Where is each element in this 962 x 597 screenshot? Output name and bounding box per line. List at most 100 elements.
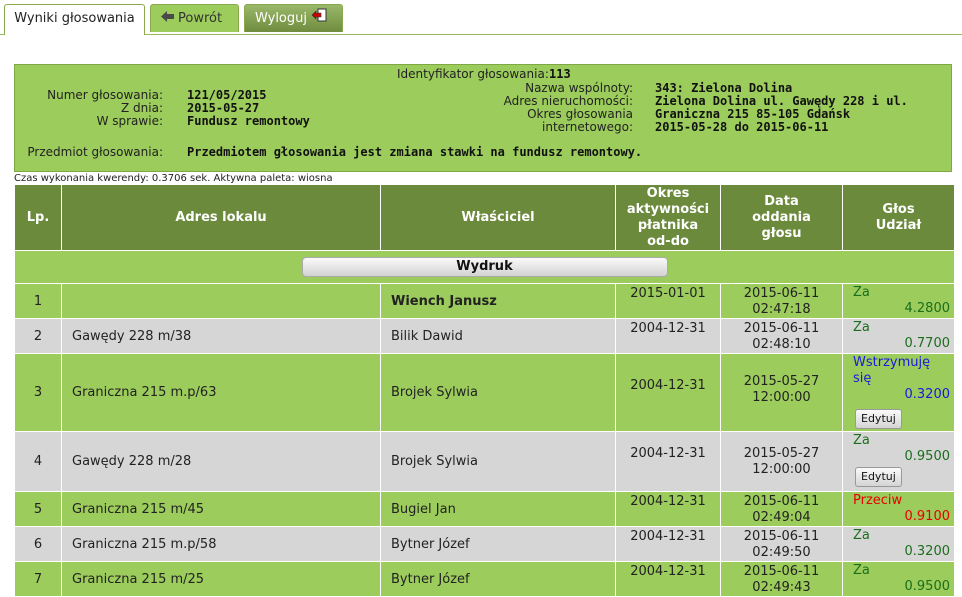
edit-button[interactable]: Edytuj — [855, 467, 902, 487]
cell-lp: 4 — [14, 431, 62, 492]
cell-address: Graniczna 215 m.p/63 — [61, 353, 381, 432]
arrow-left-icon — [161, 5, 174, 32]
header-lp[interactable]: Lp. — [14, 184, 62, 251]
voting-matter-value: Fundusz remontowy — [187, 114, 310, 128]
table-row: 5 Graniczna 215 m/45 Bugiel Jan 2004-12-… — [14, 491, 955, 527]
tab-bar: Wyniki głosowania Powrót Wyloguj — [0, 0, 962, 35]
cell-date: 2015-06-11 02:48:10 — [720, 318, 843, 354]
voting-id-label: Identyfikator głosowania: — [397, 67, 549, 81]
voting-info-panel: Identyfikator głosowania: 113 Numer głos… — [14, 64, 952, 172]
header-address[interactable]: Adres lokalu — [61, 184, 381, 251]
cell-owner: Bytner Józef — [380, 561, 616, 597]
table-row: 7 Graniczna 215 m/25 Bytner Józef 2004-1… — [14, 561, 955, 597]
cell-period: 2004-12-31 — [615, 561, 721, 597]
voting-date-label: Z dnia: — [121, 101, 163, 115]
header-owner[interactable]: Właściciel — [380, 184, 616, 251]
cell-vote: Za 0.9500 — [842, 561, 955, 597]
table-row: 4 Gawędy 228 m/28 Brojek Sylwia 2004-12-… — [14, 431, 955, 492]
table-row: 6 Graniczna 215 m.p/58 Bytner Józef 2004… — [14, 526, 955, 562]
community-label: Nazwa wspólnoty: — [525, 81, 633, 95]
cell-period: 2004-12-31 — [615, 431, 721, 492]
cell-lp: 5 — [14, 491, 62, 527]
period-label-2: internetowego: — [542, 120, 633, 134]
print-row: Wydruk — [14, 250, 955, 284]
table-header-row: Lp. Adres lokalu Właściciel Okres aktywno… — [14, 184, 955, 251]
voting-date-value: 2015-05-27 — [187, 101, 260, 115]
vote-value: Wstrzymuję się — [853, 355, 931, 386]
period-label-1: Okres głosowania — [527, 107, 633, 121]
subject-value: Przedmiotem głosowania jest zmiana stawk… — [187, 145, 643, 159]
voting-number-value: 121/05/2015 — [187, 88, 267, 102]
share-value: 0.9500 — [904, 579, 951, 594]
votes-table: Lp. Adres lokalu Właściciel Okres aktywno… — [14, 184, 955, 597]
cell-vote: Wstrzymuję się 0.3200 Edytuj — [842, 353, 955, 432]
cell-address: Graniczna 215 m.p/58 — [61, 526, 381, 562]
cell-owner: Wiench Janusz — [380, 283, 616, 319]
table-row: 2 Gawędy 228 m/38 Bilik Dawid 2004-12-31… — [14, 318, 955, 354]
cell-period: 2015-01-01 — [615, 283, 721, 319]
vote-value: Za — [853, 563, 870, 578]
query-status: Czas wykonania kwerendy: 0.3706 sek. Akt… — [14, 173, 333, 184]
voting-matter-label: W sprawie: — [96, 114, 163, 128]
cell-date: 2015-06-11 02:49:43 — [720, 561, 843, 597]
back-button-label: Powrót — [178, 11, 223, 26]
vote-value: Za — [853, 528, 870, 543]
header-vote[interactable]: Głos Udział — [842, 184, 955, 251]
tab-voting-results[interactable]: Wyniki głosowania — [4, 4, 145, 35]
table-row: 3 Graniczna 215 m.p/63 Brojek Sylwia 200… — [14, 353, 955, 432]
print-button[interactable]: Wydruk — [301, 257, 668, 277]
cell-vote: Za 0.3200 — [842, 526, 955, 562]
logout-button-label: Wyloguj — [255, 11, 307, 26]
back-button[interactable]: Powrót — [150, 4, 239, 32]
cell-owner: Bugiel Jan — [380, 491, 616, 527]
edit-button[interactable]: Edytuj — [855, 409, 902, 429]
vote-value: Za — [853, 433, 870, 448]
vote-value: Za — [853, 285, 870, 300]
header-date[interactable]: Data oddania głosu — [720, 184, 843, 251]
cell-lp: 1 — [14, 283, 62, 319]
logout-button[interactable]: Wyloguj — [244, 4, 343, 32]
cell-lp: 2 — [14, 318, 62, 354]
community-value: 343: Zielona Dolina — [655, 81, 793, 95]
cell-lp: 6 — [14, 526, 62, 562]
share-value: 4.2800 — [904, 301, 951, 316]
cell-date: 2015-06-11 02:47:18 — [720, 283, 843, 319]
cell-address: Graniczna 215 m/45 — [61, 491, 381, 527]
voting-number-label: Numer głosowania: — [47, 88, 163, 102]
cell-period: 2004-12-31 — [615, 491, 721, 527]
cell-vote: Za 4.2800 — [842, 283, 955, 319]
address-value-1: Zielona Dolina ul. Gawędy 228 i ul. — [655, 94, 908, 108]
cell-period: 2004-12-31 — [615, 353, 721, 432]
address-value-2: Graniczna 215 85-105 Gdańsk — [655, 107, 851, 121]
address-label: Adres nieruchomości: — [503, 94, 633, 108]
share-value: 0.9500 — [904, 449, 951, 464]
cell-address: Gawędy 228 m/28 — [61, 431, 381, 492]
cell-lp: 3 — [14, 353, 62, 432]
cell-date: 2015-05-27 12:00:00 — [720, 353, 843, 432]
share-value: 0.3200 — [904, 387, 951, 402]
period-value: 2015-05-28 do 2015-06-11 — [655, 120, 829, 134]
vote-value: Przeciw — [853, 493, 903, 508]
cell-period: 2004-12-31 — [615, 526, 721, 562]
share-value: 0.7700 — [904, 336, 951, 351]
cell-address: Graniczna 215 m/25 — [61, 561, 381, 597]
cell-vote: Przeciw 0.9100 — [842, 491, 955, 527]
share-value: 0.9100 — [904, 509, 951, 524]
cell-address: Gawędy 228 m/38 — [61, 318, 381, 354]
cell-address — [61, 283, 381, 319]
table-row: 1 Wiench Janusz 2015-01-01 2015-06-11 02:… — [14, 283, 955, 319]
cell-date: 2015-06-11 02:49:50 — [720, 526, 843, 562]
cell-owner: Bytner Józef — [380, 526, 616, 562]
vote-value: Za — [853, 320, 870, 335]
cell-vote: Za 0.7700 — [842, 318, 955, 354]
cell-date: 2015-05-27 12:00:00 — [720, 431, 843, 492]
share-value: 0.3200 — [904, 544, 951, 559]
voting-id-value: 113 — [549, 67, 571, 81]
header-period[interactable]: Okres aktywności płatnika od-do — [615, 184, 721, 251]
cell-period: 2004-12-31 — [615, 318, 721, 354]
subject-label: Przedmiot głosowania: — [27, 145, 163, 159]
logout-icon — [311, 5, 327, 32]
cell-owner: Brojek Sylwia — [380, 431, 616, 492]
cell-lp: 7 — [14, 561, 62, 597]
cell-date: 2015-06-11 02:49:04 — [720, 491, 843, 527]
